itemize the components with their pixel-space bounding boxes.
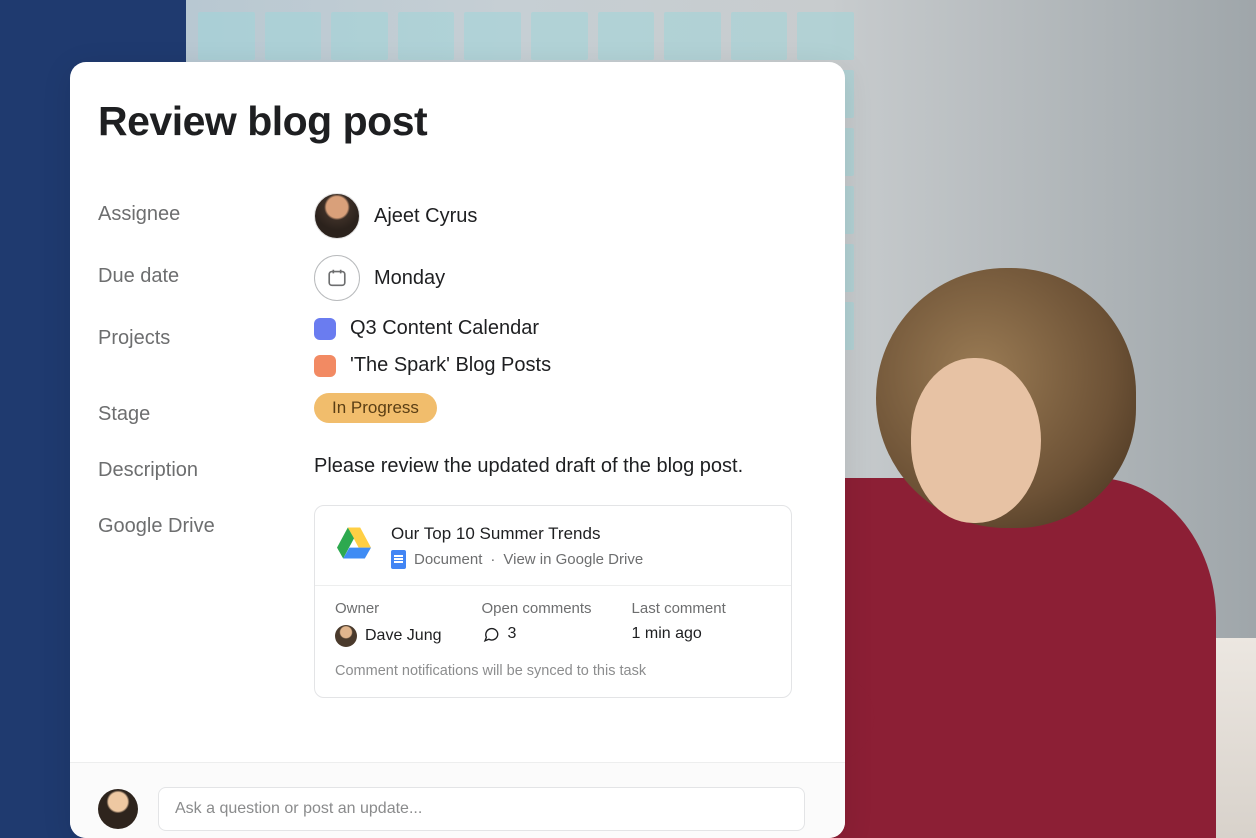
drive-file-title: Our Top 10 Summer Trends	[391, 524, 643, 544]
field-label: Description	[98, 449, 314, 482]
field-google-drive: Google Drive Our Top 10 Summer Trends	[98, 497, 805, 706]
owner-avatar	[335, 625, 357, 647]
due-date-value: Monday	[374, 267, 445, 290]
owner-name: Dave Jung	[365, 627, 442, 645]
task-detail-panel: Review blog post Assignee Ajeet Cyrus Du…	[70, 62, 845, 838]
field-label: Google Drive	[98, 505, 314, 538]
field-assignee[interactable]: Assignee Ajeet Cyrus	[98, 185, 805, 247]
comment-input[interactable]: Ask a question or post an update...	[158, 787, 805, 831]
project-name[interactable]: 'The Spark' Blog Posts	[350, 354, 551, 377]
project-color-chip	[314, 355, 336, 377]
open-comments-label: Open comments	[482, 600, 592, 617]
assignee-avatar	[314, 193, 360, 239]
description-text: Please review the updated draft of the b…	[314, 449, 805, 478]
drive-file-type: Document	[414, 551, 482, 568]
project-color-chip	[314, 318, 336, 340]
task-comment-composer: Ask a question or post an update...	[70, 762, 845, 838]
drive-attachment-card[interactable]: Our Top 10 Summer Trends Document · View…	[314, 505, 792, 698]
last-comment-label: Last comment	[632, 600, 726, 617]
assignee-name: Ajeet Cyrus	[374, 205, 477, 228]
google-drive-icon	[335, 526, 373, 560]
current-user-avatar	[98, 789, 138, 829]
field-label: Projects	[98, 317, 314, 350]
field-due-date[interactable]: Due date Monday	[98, 247, 805, 309]
google-doc-icon	[391, 550, 406, 569]
project-name[interactable]: Q3 Content Calendar	[350, 317, 539, 340]
calendar-icon	[314, 255, 360, 301]
task-title[interactable]: Review blog post	[98, 98, 805, 145]
field-label: Due date	[98, 255, 314, 288]
last-comment-value: 1 min ago	[632, 625, 726, 643]
comment-placeholder: Ask a question or post an update...	[175, 800, 422, 818]
field-label: Stage	[98, 393, 314, 426]
comment-icon	[482, 625, 500, 643]
field-description[interactable]: Description Please review the updated dr…	[98, 441, 805, 497]
stage-badge[interactable]: In Progress	[314, 393, 437, 423]
view-in-drive-link[interactable]: View in Google Drive	[503, 551, 643, 568]
field-projects[interactable]: Projects Q3 Content Calendar 'The Spark'…	[98, 309, 805, 385]
field-stage[interactable]: Stage In Progress	[98, 385, 805, 441]
open-comments-count: 3	[508, 625, 517, 643]
field-label: Assignee	[98, 193, 314, 226]
sync-note: Comment notifications will be synced to …	[315, 655, 791, 697]
owner-label: Owner	[335, 600, 442, 617]
